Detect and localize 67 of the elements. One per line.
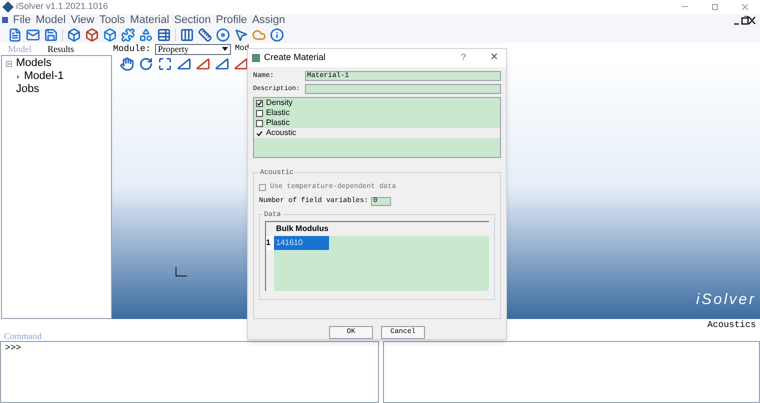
menu-item[interactable]: View [70,14,94,26]
axis-icon[interactable] [234,57,248,72]
tree-item[interactable]: Models [16,57,52,70]
app-logo-icon [2,1,14,12]
checkbox-icon[interactable] [256,120,263,127]
cursor-icon[interactable] [234,28,248,42]
window-title: iSolver v1.1.2021.1016 [16,0,108,13]
menu-item[interactable]: File [13,14,31,26]
behavior-item[interactable]: Plastic [254,118,500,128]
watermark-logo: iSolver [696,290,756,310]
save-icon[interactable] [44,28,58,42]
checkbox-icon[interactable] [256,110,263,117]
menu-item[interactable]: Profile [216,14,248,26]
axis-icon[interactable] [177,57,191,72]
command-console[interactable]: >>> [0,340,379,403]
disc-icon[interactable] [216,28,230,42]
close-icon[interactable] [742,4,748,10]
behavior-item[interactable]: Density [254,98,500,108]
behavior-item[interactable]: Elastic [254,108,500,118]
menu-item[interactable]: Section [174,14,211,26]
close-button[interactable]: ✕ [490,50,498,66]
maximize-icon[interactable] [712,4,718,10]
tab[interactable]: Results [48,42,74,56]
minimize-icon[interactable] [682,6,688,8]
cloud-icon[interactable] [252,28,266,42]
menu-item[interactable]: Tools [99,14,126,26]
status-text: Acoustics [707,319,756,332]
dialog-icon [252,54,260,62]
collapse-icon[interactable] [6,60,12,67]
hand-icon[interactable] [120,57,134,72]
rotate-icon[interactable] [139,57,153,72]
help-button[interactable]: ? [460,51,466,65]
fit-view-icon[interactable] [158,57,172,72]
tree-item[interactable]: Model-1 [24,70,64,84]
document-icon[interactable] [8,28,22,42]
module-label: Module: [113,42,151,56]
expand-arrow-icon[interactable] [16,74,20,79]
menu-item[interactable]: Assign [252,14,286,26]
menu-item[interactable]: Model [36,14,66,26]
mdi-window-controls-icon[interactable] [734,16,756,24]
info-icon[interactable] [270,28,284,42]
axis-icon[interactable] [215,57,229,72]
axis-icon[interactable] [196,57,210,72]
cube-icon[interactable] [85,28,99,42]
menu-icon [2,17,8,23]
behavior-item[interactable]: Acoustic [254,128,500,138]
ladder-icon[interactable] [180,28,194,42]
menu-item[interactable]: Material [130,14,170,26]
column-header: Bulk Modulus [275,222,330,235]
dialog-title: Create Material [264,51,327,64]
row-number: 1 [266,236,274,250]
puzzle-icon[interactable] [121,28,135,42]
envelope-icon[interactable] [26,28,40,42]
table-cell[interactable]: 141610 [274,236,329,250]
tree-item[interactable]: Jobs [16,83,40,96]
table-icon[interactable] [157,28,171,42]
cube-icon[interactable] [67,28,81,42]
checkmark-icon [256,130,263,137]
description-field[interactable] [305,84,501,94]
dropdown-caret-icon [222,47,228,52]
cube-icon[interactable] [103,28,117,42]
axis-triad-icon [174,266,188,278]
ruler-icon[interactable] [198,28,212,42]
shapes-icon[interactable] [139,28,153,42]
checkbox-icon[interactable] [256,100,263,107]
command-label: Command [4,330,42,343]
module-dropdown[interactable]: Property [154,44,231,55]
